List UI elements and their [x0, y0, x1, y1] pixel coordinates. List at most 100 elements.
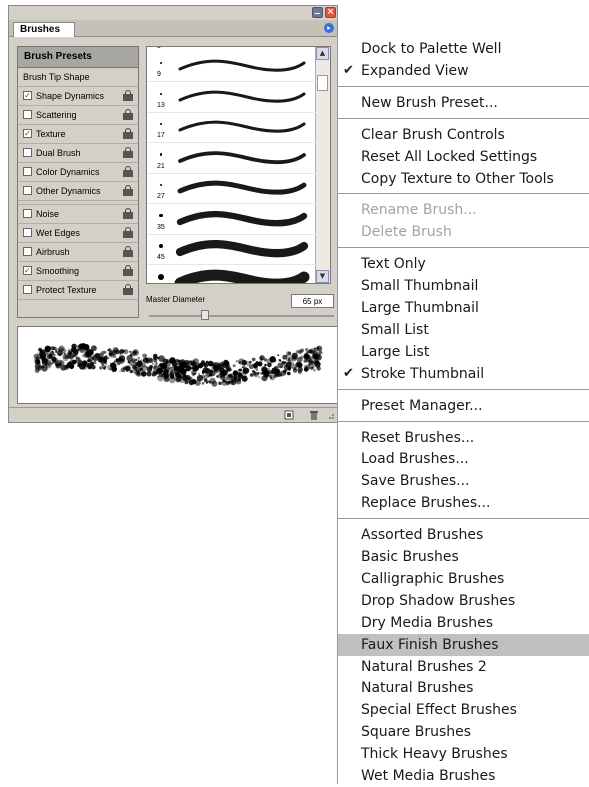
lock-icon[interactable]	[123, 265, 133, 276]
menu-item-label: Wet Media Brushes	[361, 768, 496, 784]
brush-preset-item[interactable]: 9	[147, 51, 317, 82]
brush-preset-item[interactable]: 27	[147, 173, 317, 204]
trash-icon[interactable]	[309, 410, 319, 420]
close-icon[interactable]: ×	[325, 7, 336, 18]
brush-preset-item[interactable]: 17	[147, 112, 317, 143]
menu-item-square-brushes[interactable]: Square Brushes	[338, 721, 589, 743]
lock-icon[interactable]	[123, 227, 133, 238]
checkbox[interactable]	[23, 186, 32, 195]
master-diameter-input[interactable]: 65 px	[291, 294, 334, 308]
brush-setting-shape-dynamics[interactable]: ✓ Shape Dynamics	[18, 87, 138, 106]
checkbox[interactable]	[23, 228, 32, 237]
menu-item-assorted-brushes[interactable]: Assorted Brushes	[338, 524, 589, 546]
lock-icon[interactable]	[123, 90, 133, 101]
checkbox[interactable]	[23, 209, 32, 218]
brush-setting-other-dynamics[interactable]: Other Dynamics	[18, 182, 138, 201]
menu-item-clear-brush-controls[interactable]: Clear Brush Controls	[338, 124, 589, 146]
checkbox[interactable]	[23, 148, 32, 157]
menu-item-dock-to-palette-well[interactable]: Dock to Palette Well	[338, 38, 589, 60]
brush-preset-item[interactable]: 35	[147, 204, 317, 235]
checkbox[interactable]	[23, 247, 32, 256]
tab-brushes[interactable]: Brushes	[13, 22, 76, 37]
menu-item-label: Copy Texture to Other Tools	[361, 170, 554, 187]
menu-item-label: Basic Brushes	[361, 549, 459, 565]
menu-item-expanded-view[interactable]: ✔ Expanded View	[338, 60, 589, 82]
menu-item-small-list[interactable]: Small List	[338, 319, 589, 341]
scroll-thumb[interactable]	[317, 75, 328, 91]
minimize-icon[interactable]	[312, 7, 323, 18]
brush-setting-smoothing[interactable]: ✓ Smoothing	[18, 262, 138, 281]
brush-setting-dual-brush[interactable]: Dual Brush	[18, 144, 138, 163]
brush-stroke-icon	[176, 210, 308, 226]
brush-preset-item[interactable]: 45	[147, 234, 317, 265]
menu-item-thick-heavy-brushes[interactable]: Thick Heavy Brushes	[338, 743, 589, 765]
palette-titlebar[interactable]: ×	[9, 6, 337, 20]
brush-preset-item[interactable]: 65	[147, 265, 317, 283]
menu-item-drop-shadow-brushes[interactable]: Drop Shadow Brushes	[338, 590, 589, 612]
setting-label: Dual Brush	[36, 148, 81, 158]
scroll-down-icon[interactable]: ▼	[316, 270, 329, 283]
menu-item-faux-finish-brushes[interactable]: Faux Finish Brushes	[338, 633, 589, 656]
menu-item-large-list[interactable]: Large List	[338, 341, 589, 363]
menu-item-label: Replace Brushes...	[361, 495, 491, 512]
brush-preset-item[interactable]: 21	[147, 143, 317, 174]
brush-list-scrollbar[interactable]: ▲ ▼	[315, 47, 330, 283]
lock-icon[interactable]	[123, 109, 133, 120]
menu-item-replace-brushes[interactable]: Replace Brushes...	[338, 492, 589, 514]
menu-item-label: Expanded View	[361, 62, 469, 79]
menu-item-special-effect-brushes[interactable]: Special Effect Brushes	[338, 699, 589, 721]
new-brush-icon[interactable]	[284, 410, 294, 420]
menu-item-copy-texture-to-other-tools[interactable]: Copy Texture to Other Tools	[338, 168, 589, 190]
menu-item-rename-brush: Rename Brush...	[338, 199, 589, 221]
menu-item-large-thumbnail[interactable]: Large Thumbnail	[338, 297, 589, 319]
lock-icon[interactable]	[123, 128, 133, 139]
lock-icon[interactable]	[123, 208, 133, 219]
lock-icon[interactable]	[123, 284, 133, 295]
checkbox[interactable]: ✓	[23, 91, 32, 100]
brush-setting-wet-edges[interactable]: Wet Edges	[18, 224, 138, 243]
menu-item-reset-brushes[interactable]: Reset Brushes...	[338, 427, 589, 449]
menu-item-calligraphic-brushes[interactable]: Calligraphic Brushes	[338, 568, 589, 590]
menu-item-load-brushes[interactable]: Load Brushes...	[338, 448, 589, 470]
menu-item-save-brushes[interactable]: Save Brushes...	[338, 470, 589, 492]
brush-setting-scattering[interactable]: Scattering	[18, 106, 138, 125]
menu-item-new-brush-preset[interactable]: New Brush Preset...	[338, 92, 589, 114]
checkbox[interactable]	[23, 285, 32, 294]
lock-icon[interactable]	[123, 246, 133, 257]
resize-grip-icon[interactable]	[325, 410, 335, 420]
lock-icon[interactable]	[123, 166, 133, 177]
menu-item-stroke-thumbnail[interactable]: ✔ Stroke Thumbnail	[338, 363, 589, 385]
menu-item-delete-brush: Delete Brush	[338, 221, 589, 243]
menu-item-reset-all-locked-settings[interactable]: Reset All Locked Settings	[338, 146, 589, 168]
checkbox[interactable]: ✓	[23, 129, 32, 138]
brush-setting-protect-texture[interactable]: Protect Texture	[18, 281, 138, 300]
brush-setting-texture[interactable]: ✓ Texture	[18, 125, 138, 144]
brush-preset-item[interactable]: 13	[147, 82, 317, 113]
palette-menu-arrow-icon[interactable]: ▸	[324, 23, 334, 33]
brush-setting-noise[interactable]: Noise	[18, 204, 138, 224]
menu-item-preset-manager[interactable]: Preset Manager...	[338, 395, 589, 417]
checkbox[interactable]: ✓	[23, 266, 32, 275]
menu-item-natural-brushes[interactable]: Natural Brushes	[338, 677, 589, 699]
lock-icon[interactable]	[123, 147, 133, 158]
master-diameter-slider[interactable]	[149, 315, 334, 317]
brush-tip-shape-item[interactable]: Brush Tip Shape	[18, 68, 138, 87]
menu-item-text-only[interactable]: Text Only	[338, 253, 589, 275]
brush-setting-color-dynamics[interactable]: Color Dynamics	[18, 163, 138, 182]
brush-tip-icon	[158, 243, 164, 249]
brush-setting-airbrush[interactable]: Airbrush	[18, 243, 138, 262]
menu-item-dry-media-brushes[interactable]: Dry Media Brushes	[338, 612, 589, 634]
brush-thumbnail-list: 5 ▲ ▼ 9 13 17 21 27 35 45 65	[146, 46, 331, 284]
lock-icon[interactable]	[123, 185, 133, 196]
checkbox[interactable]	[23, 110, 32, 119]
checkbox[interactable]	[23, 167, 32, 176]
menu-item-natural-brushes-2[interactable]: Natural Brushes 2	[338, 656, 589, 678]
menu-item-wet-media-brushes[interactable]: Wet Media Brushes	[338, 765, 589, 787]
scroll-up-icon[interactable]: ▲	[316, 47, 329, 60]
brush-presets-item[interactable]: Brush Presets	[18, 47, 138, 68]
menu-item-small-thumbnail[interactable]: Small Thumbnail	[338, 275, 589, 297]
setting-label: Color Dynamics	[36, 167, 100, 177]
menu-item-label: Large List	[361, 343, 430, 360]
menu-item-basic-brushes[interactable]: Basic Brushes	[338, 546, 589, 568]
master-diameter-slider-thumb[interactable]	[200, 310, 209, 320]
